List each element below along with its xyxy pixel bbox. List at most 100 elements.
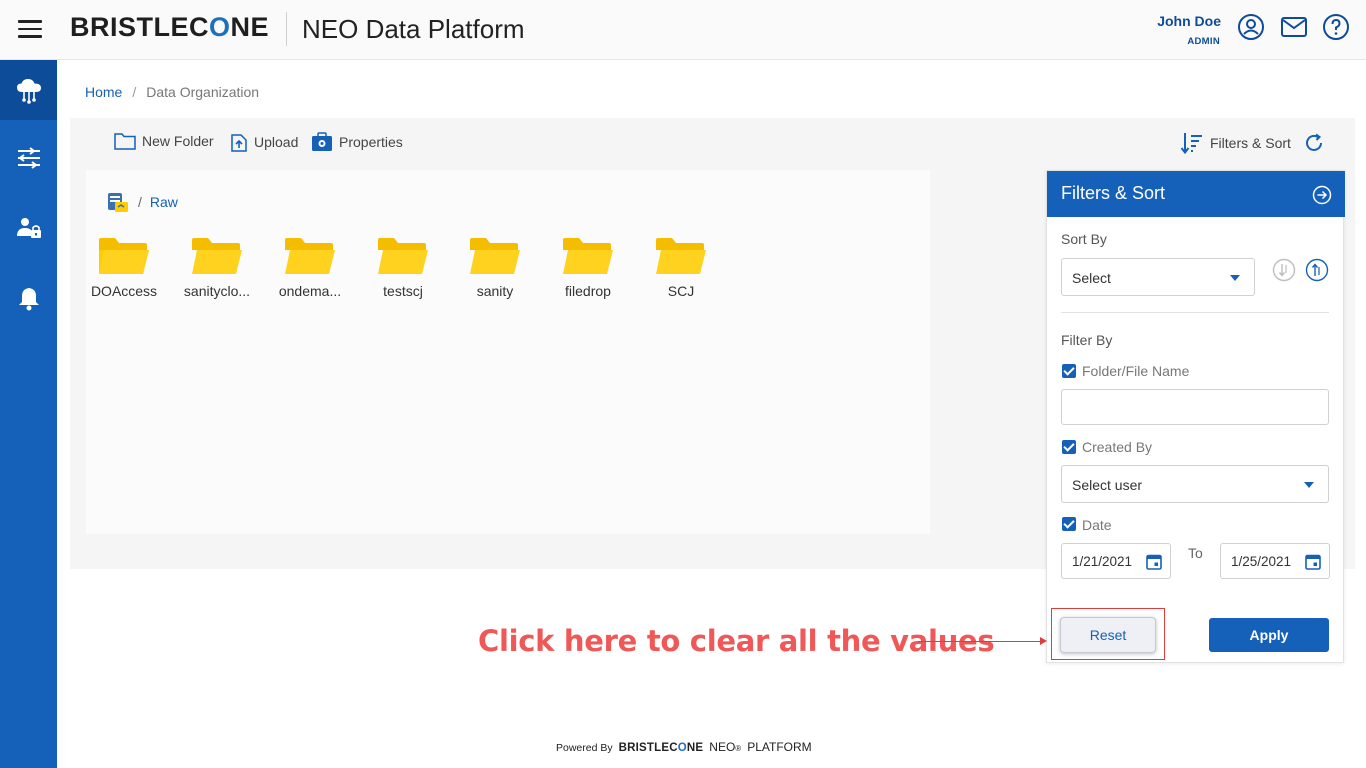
sort-descending-icon[interactable]: [1272, 258, 1296, 287]
name-filter-checkbox[interactable]: [1062, 364, 1076, 378]
properties-button[interactable]: Properties: [311, 132, 403, 152]
apply-button[interactable]: Apply: [1209, 618, 1329, 652]
filters-sort-button[interactable]: Filters & Sort: [1180, 131, 1291, 155]
storage-root-icon[interactable]: [106, 190, 130, 214]
folder-label: DOAccess: [90, 283, 158, 299]
sort-by-select[interactable]: Select: [1061, 258, 1255, 296]
collapse-arrow-icon[interactable]: [1312, 185, 1332, 210]
footer-neo: NEO: [709, 740, 736, 754]
user-role: ADMIN: [1187, 36, 1220, 47]
breadcrumb-separator: /: [132, 84, 137, 100]
new-folder-button[interactable]: New Folder: [114, 132, 214, 150]
annotation-arrow-line: [918, 641, 1043, 642]
chevron-down-icon: [1230, 275, 1240, 281]
path-separator: /: [138, 194, 142, 210]
calendar-icon[interactable]: [1146, 553, 1162, 570]
date-from-field[interactable]: 1/21/2021: [1061, 543, 1171, 579]
path-current-folder[interactable]: Raw: [150, 194, 178, 210]
folder-item[interactable]: sanityclo...: [177, 236, 257, 299]
upload-icon: [231, 134, 247, 152]
footer-platform: PLATFORM: [747, 740, 812, 754]
sort-ascending-icon[interactable]: [1305, 258, 1329, 287]
brand-logo: BRISTLECONE: [70, 12, 270, 42]
annotation-callout: Click here to clear all the values: [478, 624, 995, 658]
properties-label: Properties: [339, 134, 403, 150]
help-icon[interactable]: [1322, 13, 1350, 41]
folder-icon: [470, 238, 520, 274]
sidebar-item-pipelines[interactable]: [0, 128, 57, 188]
folder-icon: [285, 238, 335, 274]
folder-item[interactable]: DOAccess: [84, 236, 164, 299]
date-to-label: To: [1188, 545, 1203, 561]
calendar-icon[interactable]: [1305, 553, 1321, 570]
folder-item[interactable]: SCJ: [641, 236, 721, 299]
new-folder-label: New Folder: [142, 133, 214, 149]
menu-icon[interactable]: [18, 20, 42, 40]
folder-label: testscj: [383, 283, 423, 299]
header-divider: [286, 12, 287, 46]
folder-item[interactable]: ondema...: [270, 236, 350, 299]
footer-registered: ®: [735, 744, 742, 753]
upload-button[interactable]: Upload: [230, 132, 298, 152]
folder-path: / Raw: [106, 190, 178, 214]
folder-label: sanity: [476, 283, 514, 299]
date-filter-checkbox[interactable]: [1062, 517, 1076, 531]
folder-label: sanityclo...: [183, 283, 251, 299]
sidebar-item-data-organization[interactable]: [0, 60, 57, 120]
folder-label: filedrop: [565, 283, 611, 299]
properties-icon: [312, 132, 332, 151]
date-filter-label: Date: [1082, 517, 1112, 533]
filters-sort-panel: Filters & Sort Sort By Select Filter By …: [1046, 170, 1345, 663]
user-name[interactable]: John Doe: [1157, 13, 1221, 29]
date-to-field[interactable]: 1/25/2021: [1220, 543, 1330, 579]
folder-item[interactable]: testscj: [363, 236, 443, 299]
platform-title: NEO Data Platform: [302, 14, 525, 44]
filters-divider: [1061, 312, 1329, 313]
sort-by-label: Sort By: [1061, 231, 1107, 247]
sidebar-item-user-admin[interactable]: [0, 198, 57, 258]
folder-label: SCJ: [667, 283, 695, 299]
breadcrumb-current: Data Organization: [146, 84, 260, 100]
filters-panel-header: Filters & Sort: [1047, 171, 1345, 217]
folder-icon: [656, 238, 706, 274]
folder-icon: [192, 238, 242, 274]
file-browser-area: [86, 170, 930, 534]
filters-panel-title: Filters & Sort: [1061, 183, 1166, 203]
breadcrumb-home-link[interactable]: Home: [85, 84, 122, 100]
name-filter-label: Folder/File Name: [1082, 363, 1190, 379]
created-by-label: Created By: [1082, 439, 1153, 455]
date-from-value: 1/21/2021: [1072, 554, 1133, 569]
app-header: BRISTLECONE NEO Data Platform John Doe A…: [0, 0, 1366, 60]
refresh-icon[interactable]: [1303, 132, 1325, 159]
filters-sort-label: Filters & Sort: [1210, 135, 1291, 151]
mail-icon[interactable]: [1280, 13, 1308, 41]
filter-by-label: Filter By: [1061, 332, 1113, 348]
upload-label: Upload: [254, 134, 299, 150]
sort-by-value: Select: [1072, 270, 1111, 286]
created-by-select[interactable]: Select user: [1061, 465, 1329, 503]
sidebar-item-notifications[interactable]: [0, 268, 57, 328]
user-admin-icon: [16, 218, 41, 238]
name-filter-input[interactable]: [1061, 389, 1329, 425]
footer-powered-by: Powered By: [556, 742, 613, 754]
folder-label: ondema...: [278, 283, 342, 299]
footer: Powered By BRISTLECONE NEO ® PLATFORM: [556, 740, 812, 754]
cloud-network-icon: [16, 79, 41, 104]
chevron-down-icon: [1304, 482, 1314, 488]
folder-item[interactable]: filedrop: [548, 236, 628, 299]
folder-outline-icon: [114, 133, 136, 150]
sort-filter-icon: [1180, 133, 1202, 155]
folder-icon: [563, 238, 613, 274]
folder-icon: [378, 238, 428, 274]
user-profile-icon[interactable]: [1237, 13, 1265, 41]
footer-brand-logo: BRISTLECONE: [618, 742, 704, 754]
annotation-arrow-head: [1040, 637, 1047, 645]
created-by-value: Select user: [1072, 477, 1143, 493]
folder-icon: [99, 238, 149, 274]
folder-item[interactable]: sanity: [455, 236, 535, 299]
breadcrumb: Home / Data Organization: [85, 84, 259, 100]
sidebar: [0, 60, 57, 768]
created-by-checkbox[interactable]: [1062, 440, 1076, 454]
reset-button[interactable]: Reset: [1060, 617, 1156, 653]
date-to-value: 1/25/2021: [1231, 554, 1292, 569]
